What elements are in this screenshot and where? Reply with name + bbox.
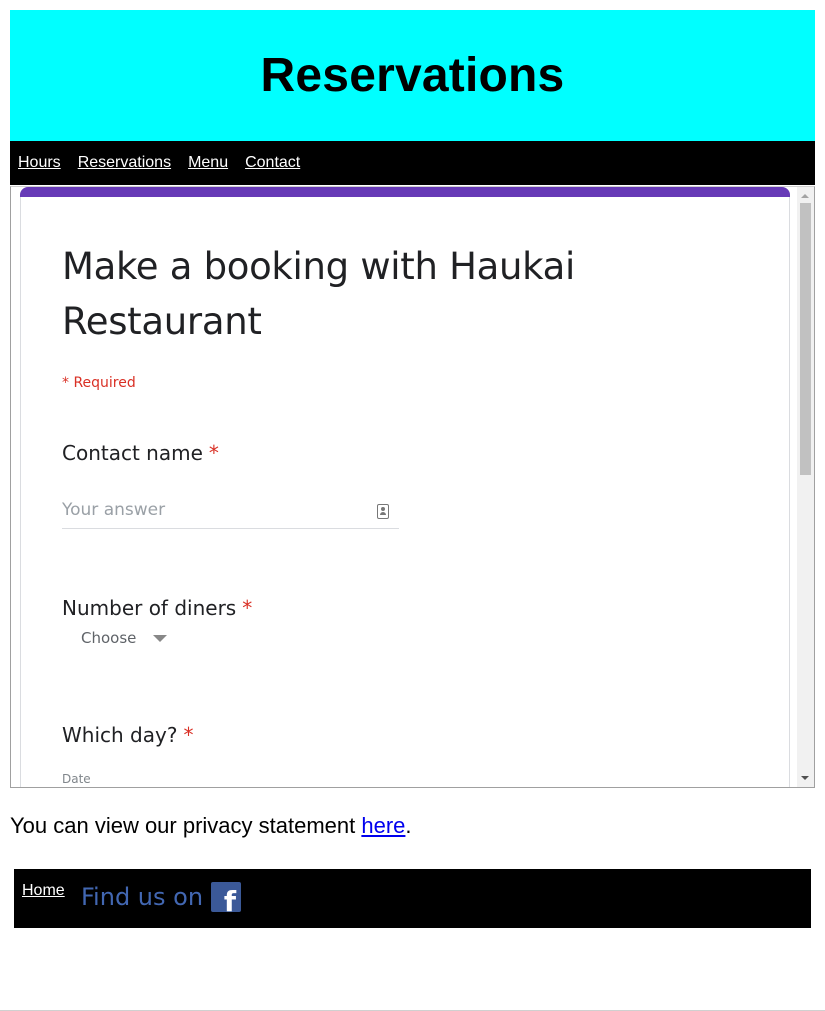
required-star: *: [183, 723, 194, 747]
form-card: Make a booking with Haukai Restaurant * …: [20, 187, 790, 787]
required-star: *: [242, 596, 253, 620]
question-number-of-diners: Number of diners *: [62, 596, 252, 620]
footer-home-link[interactable]: Home: [22, 882, 65, 900]
contact-name-field: [62, 494, 399, 529]
question-contact-name: Contact name *: [62, 441, 219, 465]
top-nav: Hours Reservations Menu Contact: [10, 141, 815, 185]
date-caption: Date: [62, 772, 91, 786]
contact-card-icon: [377, 504, 389, 519]
required-star: *: [208, 441, 219, 465]
find-us-text: Find us on: [81, 883, 204, 911]
contact-name-input[interactable]: [62, 494, 362, 520]
embedded-form-frame: Make a booking with Haukai Restaurant * …: [10, 186, 815, 788]
question-label: Contact name: [62, 441, 203, 465]
scroll-up-arrow-icon[interactable]: [801, 194, 809, 198]
page-header: Reservations: [10, 10, 815, 141]
question-label: Number of diners: [62, 596, 237, 620]
form-title: Make a booking with Haukai Restaurant: [62, 245, 575, 343]
frame-scrollbar[interactable]: [797, 187, 814, 787]
privacy-link[interactable]: here: [361, 813, 405, 838]
nav-link-hours[interactable]: Hours: [18, 154, 61, 172]
scroll-down-arrow-icon[interactable]: [801, 776, 809, 780]
nav-link-menu[interactable]: Menu: [188, 154, 228, 172]
scroll-thumb[interactable]: [800, 203, 811, 475]
required-note: * Required: [62, 375, 136, 391]
privacy-statement: You can view our privacy statement here.: [10, 813, 412, 839]
page-footer: Home Find us on f: [14, 869, 811, 928]
form-accent-bar: [20, 187, 790, 197]
privacy-suffix: .: [405, 813, 412, 838]
facebook-link[interactable]: Find us on f: [81, 882, 242, 912]
nav-link-contact[interactable]: Contact: [245, 154, 300, 172]
privacy-prefix: You can view our privacy statement: [10, 813, 362, 838]
diners-dropdown[interactable]: Choose: [81, 629, 168, 647]
dropdown-value: Choose: [81, 629, 137, 647]
page-title: Reservations: [260, 49, 565, 102]
caret-down-icon: [153, 634, 168, 642]
question-which-day: Which day? *: [62, 723, 193, 747]
question-label: Which day?: [62, 723, 178, 747]
nav-link-reservations[interactable]: Reservations: [78, 154, 171, 172]
facebook-icon: f: [211, 882, 242, 912]
